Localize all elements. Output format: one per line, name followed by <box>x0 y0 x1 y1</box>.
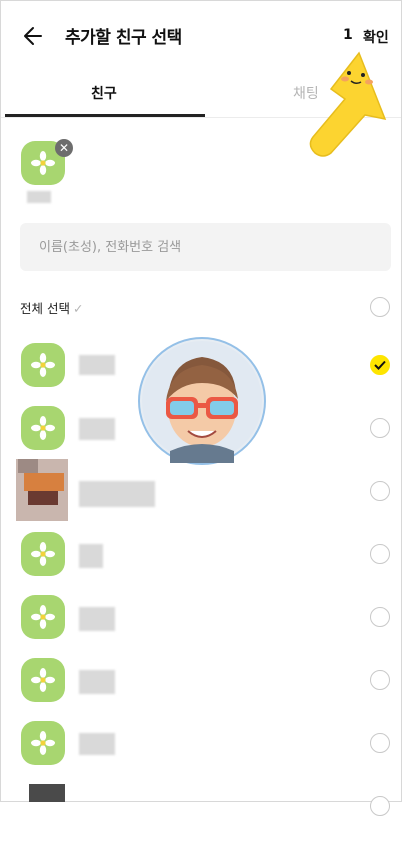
select-all-label: 전체 선택 <box>20 301 70 316</box>
checkmark-icon: ✓ <box>72 301 84 316</box>
friend-row[interactable] <box>1 459 401 532</box>
friend-row[interactable] <box>1 595 401 658</box>
back-arrow-icon[interactable] <box>19 21 49 51</box>
flower-icon <box>31 151 55 175</box>
friend-select-radio[interactable] <box>370 418 390 438</box>
friend-row[interactable] <box>1 784 401 847</box>
friend-row[interactable] <box>1 532 401 595</box>
friend-name <box>79 481 155 507</box>
friend-name <box>79 418 115 440</box>
friend-row[interactable] <box>1 658 401 721</box>
sticker-overlay <box>138 337 266 465</box>
photo-avatar <box>16 459 68 521</box>
friend-select-radio[interactable] <box>370 544 390 564</box>
cartoon-boy-icon <box>142 341 262 463</box>
friend-select-radio[interactable] <box>370 355 390 375</box>
search-input[interactable] <box>37 238 381 256</box>
friend-name <box>79 544 103 568</box>
flower-icon <box>31 353 55 377</box>
friend-row[interactable] <box>1 721 401 784</box>
selected-count: 1 <box>343 27 353 43</box>
search-box <box>20 223 391 271</box>
select-all-radio[interactable] <box>370 297 390 317</box>
tab-friends[interactable]: 친구 <box>91 83 117 103</box>
active-tab-indicator <box>5 114 205 117</box>
photo-avatar <box>29 784 65 802</box>
friend-select-radio[interactable] <box>370 607 390 627</box>
selected-friend-name <box>27 191 51 203</box>
friend-name <box>79 355 115 375</box>
friend-name <box>79 670 115 694</box>
flower-icon <box>31 542 55 566</box>
friend-select-radio[interactable] <box>370 481 390 501</box>
confirm-button[interactable]: 확인 <box>363 27 389 47</box>
checkmark-icon <box>374 360 386 370</box>
select-all-row[interactable]: 전체 선택 ✓ <box>20 298 83 317</box>
avatar <box>21 406 65 450</box>
avatar <box>21 595 65 639</box>
avatar <box>21 532 65 576</box>
avatar <box>21 721 65 765</box>
friend-select-radio[interactable] <box>370 796 390 816</box>
friend-name <box>79 733 115 755</box>
friend-name <box>79 607 115 631</box>
remove-selection-button[interactable]: ✕ <box>55 139 73 157</box>
friend-select-radio[interactable] <box>370 733 390 753</box>
flower-icon <box>31 731 55 755</box>
avatar <box>21 343 65 387</box>
friend-select-radio[interactable] <box>370 670 390 690</box>
page-title: 추가할 친구 선택 <box>65 28 182 48</box>
avatar <box>21 658 65 702</box>
flower-icon <box>31 668 55 692</box>
flower-icon <box>31 605 55 629</box>
selected-friend-chip: ✕ <box>21 139 73 211</box>
pointer-arrow-icon <box>309 51 387 157</box>
flower-icon <box>31 416 55 440</box>
